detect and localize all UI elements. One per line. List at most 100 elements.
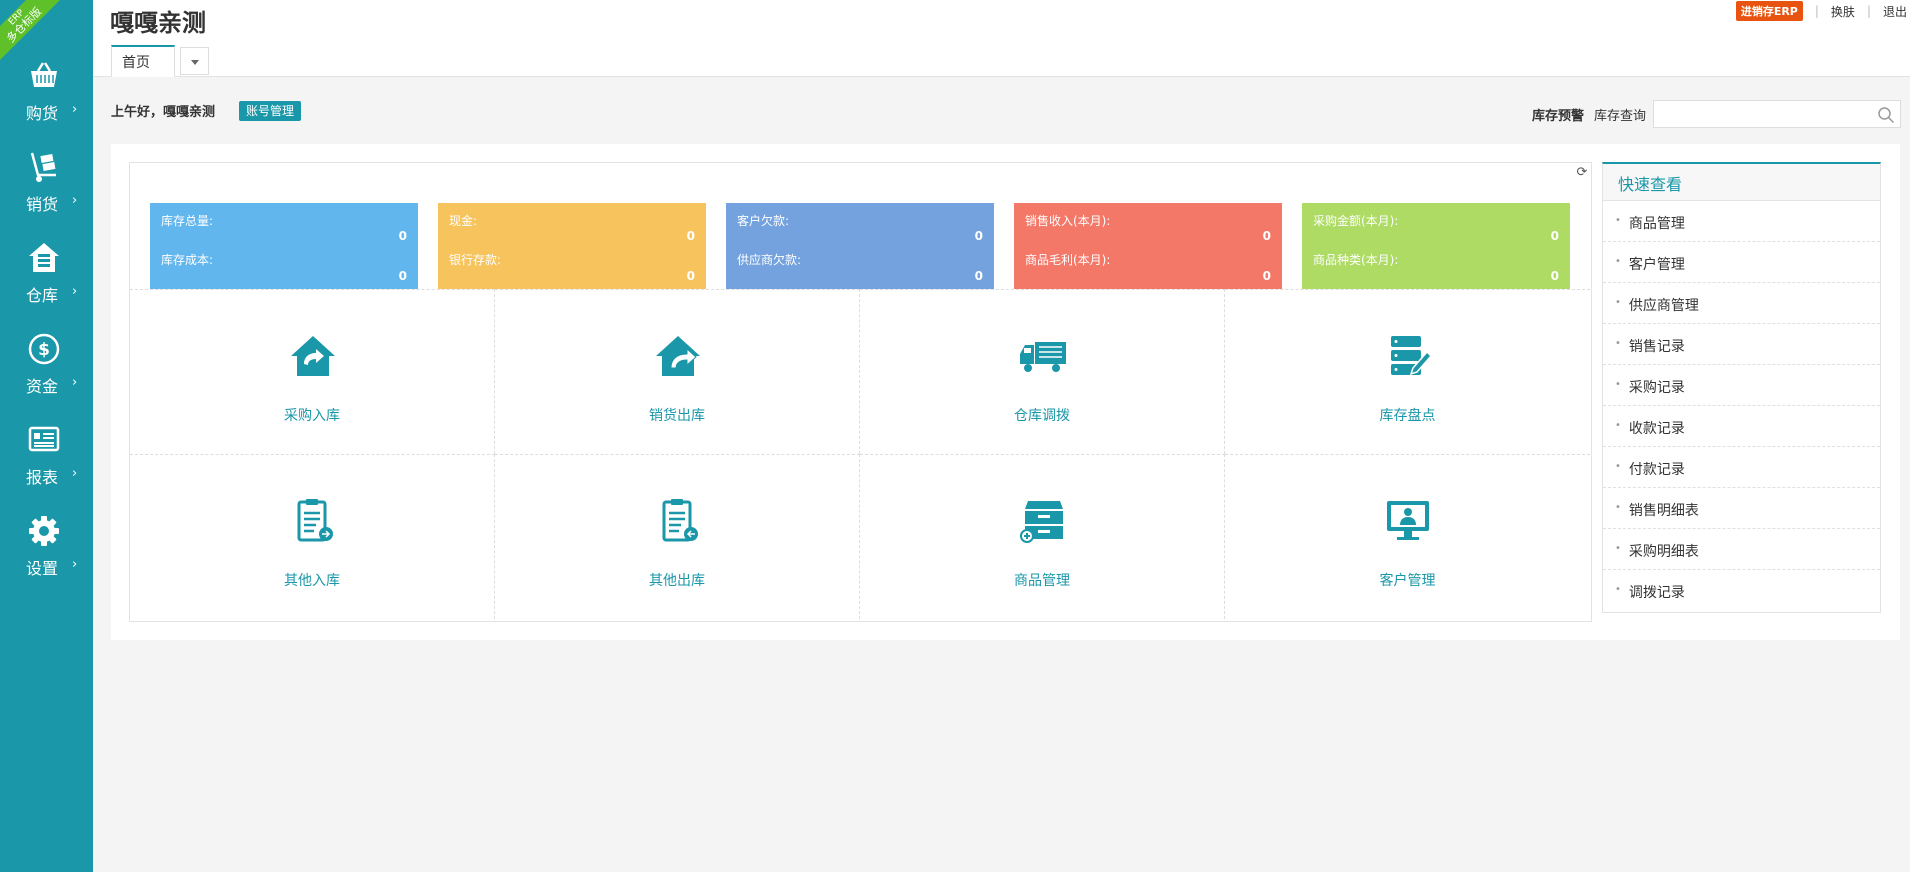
quick-link-sales-records[interactable]: • 销售记录 bbox=[1603, 324, 1880, 365]
stat-value: 0 bbox=[398, 229, 407, 243]
monitor-user-icon bbox=[1387, 501, 1429, 540]
sidebar-item-funds[interactable]: $ 资金 › bbox=[0, 333, 93, 418]
stat-label: 采购金额(本月): bbox=[1313, 214, 1399, 228]
truck-icon bbox=[1020, 342, 1066, 372]
stock-query-label: 库存查询 bbox=[1594, 109, 1647, 124]
divider: | bbox=[1866, 4, 1871, 18]
quick-link-label: 调拨记录 bbox=[1628, 585, 1685, 601]
tile-label: 其他入库 bbox=[284, 573, 340, 589]
edition-ribbon-band: ERP 多仓标版 bbox=[0, 0, 69, 70]
stat-card-inventory: 库存总量: 0 库存成本: 0 bbox=[150, 203, 418, 289]
stat-card-debts: 客户欠款: 0 供应商欠款: 0 bbox=[726, 203, 994, 289]
sidebar-item-settings[interactable]: 设置 › bbox=[0, 515, 93, 600]
tile-label: 客户管理 bbox=[1379, 573, 1436, 589]
quick-link-label: 商品管理 bbox=[1628, 216, 1685, 232]
chevron-right-icon: › bbox=[72, 375, 78, 390]
bullet-icon: • bbox=[1615, 543, 1621, 554]
sidebar-item-label: 仓库 bbox=[26, 286, 59, 305]
stat-value: 0 bbox=[686, 269, 695, 283]
house-outbound-icon bbox=[656, 336, 700, 376]
tile-purchase-inbound[interactable]: 采购入库 bbox=[130, 289, 495, 454]
stat-label: 现金: bbox=[449, 214, 478, 228]
quick-link-receipt-records[interactable]: • 收款记录 bbox=[1603, 406, 1880, 447]
chevron-right-icon: › bbox=[72, 102, 78, 117]
sidebar-item-warehouse[interactable]: 仓库 › bbox=[0, 242, 93, 327]
stock-warning-link[interactable]: 库存预警 bbox=[1532, 105, 1584, 124]
bullet-icon: • bbox=[1615, 584, 1621, 595]
sidebar-item-label: 销货 bbox=[26, 195, 59, 214]
search-icon[interactable] bbox=[1877, 106, 1895, 124]
stat-label: 库存成本: bbox=[161, 253, 214, 267]
refresh-icon[interactable]: ⟳ bbox=[1575, 166, 1589, 180]
tab-home[interactable]: 首页 bbox=[111, 45, 175, 77]
stat-label: 商品毛利(本月): bbox=[1025, 253, 1111, 267]
tile-label: 其他出库 bbox=[649, 573, 705, 589]
bullet-icon: • bbox=[1615, 461, 1621, 472]
header: 嘎嘎亲测 首页 进销存ERP | 换肤 | 退出 bbox=[93, 0, 1910, 77]
gear-icon bbox=[29, 516, 59, 546]
stat-card-cash: 现金: 0 银行存款: 0 bbox=[438, 203, 706, 289]
quick-link-label: 销售记录 bbox=[1628, 339, 1685, 355]
bullet-icon: • bbox=[1615, 338, 1621, 349]
sidebar-item-sales[interactable]: 销货 › bbox=[0, 151, 93, 236]
caret-down-icon bbox=[191, 60, 199, 65]
clipboard-out-icon bbox=[662, 499, 698, 542]
divider: | bbox=[1814, 4, 1819, 18]
stock-search-input[interactable] bbox=[1653, 100, 1901, 128]
quick-link-purchase-detail[interactable]: • 采购明细表 bbox=[1603, 529, 1880, 570]
bullet-icon: • bbox=[1615, 297, 1621, 308]
account-management-button[interactable]: 账号管理 bbox=[239, 101, 302, 121]
stat-value: 0 bbox=[686, 229, 695, 243]
cabinet-icon bbox=[1020, 501, 1063, 543]
tile-other-outbound[interactable]: 其他出库 bbox=[495, 454, 860, 619]
tile-product-management[interactable]: 商品管理 bbox=[860, 454, 1225, 619]
stat-label: 客户欠款: bbox=[737, 214, 790, 228]
stat-value: 0 bbox=[1550, 269, 1559, 283]
page-title: 嘎嘎亲测 bbox=[110, 9, 206, 37]
quick-link-customer-management[interactable]: • 客户管理 bbox=[1603, 242, 1880, 283]
quick-link-label: 采购记录 bbox=[1628, 380, 1685, 396]
tile-inventory-check[interactable]: 库存盘点 bbox=[1225, 289, 1590, 454]
quick-view-panel: 快速查看 • 商品管理 • 客户管理 • 供应商管理 • 销售记录 • 采购记录 • 收款记… bbox=[1602, 162, 1881, 613]
erp-badge[interactable]: 进销存ERP bbox=[1735, 1, 1803, 21]
tile-warehouse-transfer[interactable]: 仓库调拨 bbox=[860, 289, 1225, 454]
stat-value: 0 bbox=[1262, 269, 1271, 283]
quick-link-supplier-management[interactable]: • 供应商管理 bbox=[1603, 283, 1880, 324]
tile-other-inbound[interactable]: 其他入库 bbox=[130, 454, 495, 619]
quick-link-purchase-records[interactable]: • 采购记录 bbox=[1603, 365, 1880, 406]
quick-link-payment-records[interactable]: • 付款记录 bbox=[1603, 447, 1880, 488]
quick-link-label: 客户管理 bbox=[1628, 257, 1685, 273]
top-right-links: 进销存ERP | 换肤 | 退出 bbox=[1735, 1, 1907, 21]
quick-link-transfer-records[interactable]: • 调拨记录 bbox=[1603, 570, 1880, 611]
stat-value: 0 bbox=[398, 269, 407, 283]
bullet-icon: • bbox=[1615, 379, 1621, 390]
greeting-text: 上午好，嘎嘎亲测 bbox=[111, 105, 216, 120]
stat-label: 库存总量: bbox=[161, 214, 214, 228]
sidebar-item-label: 购货 bbox=[26, 104, 59, 123]
tab-dropdown-button[interactable] bbox=[180, 47, 209, 75]
tile-sales-outbound[interactable]: 销货出库 bbox=[495, 289, 860, 454]
sidebar-item-label: 资金 bbox=[26, 377, 59, 396]
quick-link-label: 供应商管理 bbox=[1628, 298, 1699, 314]
skin-link[interactable]: 换肤 bbox=[1831, 3, 1855, 20]
quick-link-sales-detail[interactable]: • 销售明细表 bbox=[1603, 488, 1880, 529]
house-inbound-icon bbox=[291, 336, 335, 376]
quick-link-product-management[interactable]: • 商品管理 bbox=[1603, 201, 1880, 242]
quick-link-label: 采购明细表 bbox=[1628, 544, 1699, 560]
quick-link-label: 收款记录 bbox=[1628, 421, 1685, 437]
tile-customer-management[interactable]: 客户管理 bbox=[1225, 454, 1590, 619]
handcart-icon bbox=[30, 152, 56, 182]
stat-card-purchase: 采购金额(本月): 0 商品种类(本月): 0 bbox=[1302, 203, 1570, 289]
tile-label: 仓库调拨 bbox=[1014, 408, 1070, 424]
stat-value: 0 bbox=[974, 269, 983, 283]
stat-label: 银行存款: bbox=[449, 253, 502, 267]
sidebar: ERP 多仓标版 购货 › 销货 › 仓库 › $ 资金 › 报表 › 设置 › bbox=[0, 0, 93, 872]
tile-label: 采购入库 bbox=[284, 408, 340, 424]
sidebar-item-purchase[interactable]: 购货 › bbox=[0, 60, 93, 145]
quick-link-label: 销售明细表 bbox=[1628, 503, 1699, 519]
dollar-icon: $ bbox=[28, 333, 60, 365]
sidebar-item-reports[interactable]: 报表 › bbox=[0, 424, 93, 509]
bullet-icon: • bbox=[1615, 256, 1621, 267]
logout-link[interactable]: 退出 bbox=[1883, 3, 1907, 20]
bullet-icon: • bbox=[1615, 502, 1621, 513]
